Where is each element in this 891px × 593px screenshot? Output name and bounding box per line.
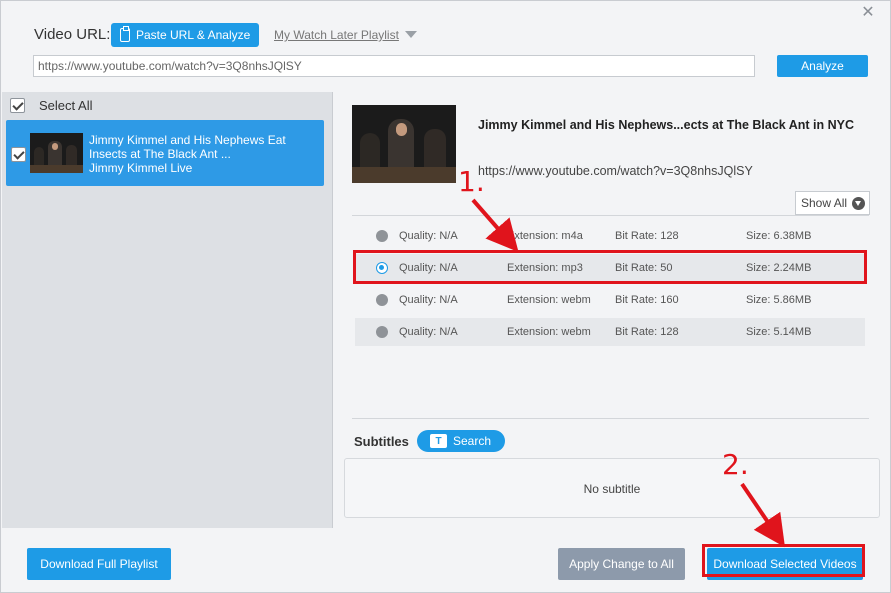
chevron-down-icon <box>852 196 866 210</box>
text-search-icon: T <box>430 434 447 448</box>
annotation-highlight-format <box>353 250 867 284</box>
format-size: Size: 5.86MB <box>746 294 812 306</box>
no-subtitle-text: No subtitle <box>583 482 641 496</box>
watch-later-link[interactable]: My Watch Later Playlist <box>274 28 399 42</box>
annotation-step-2: 2. <box>722 448 749 481</box>
video-detail-pane: Jimmy Kimmel and His Nephews...ects at T… <box>334 92 890 528</box>
format-radio[interactable] <box>376 230 388 242</box>
format-radio[interactable] <box>376 294 388 306</box>
divider <box>352 418 869 419</box>
format-quality: Quality: N/A <box>399 326 458 338</box>
analyze-button[interactable]: Analyze <box>777 55 868 77</box>
downloader-window: ✕ Video URL: Paste URL & Analyze My Watc… <box>0 0 891 593</box>
select-all-row[interactable]: Select All <box>10 98 92 113</box>
subtitle-search-button[interactable]: T Search <box>417 430 505 452</box>
video-title: Jimmy Kimmel and His Nephews...ects at T… <box>478 118 855 132</box>
chevron-down-icon[interactable] <box>405 31 417 38</box>
video-url-label: Video URL: <box>34 26 111 43</box>
format-extension: Extension: webm <box>507 294 591 306</box>
format-row[interactable]: Quality: N/A Extension: webm Bit Rate: 1… <box>355 286 865 314</box>
video-thumbnail <box>30 133 83 173</box>
video-preview-thumbnail <box>352 105 456 183</box>
show-all-dropdown[interactable]: Show All <box>795 191 870 215</box>
format-size: Size: 5.14MB <box>746 326 812 338</box>
format-extension: Extension: m4a <box>507 230 583 242</box>
format-row[interactable]: Quality: N/A Extension: webm Bit Rate: 1… <box>355 318 865 346</box>
format-radio[interactable] <box>376 326 388 338</box>
divider <box>352 215 869 216</box>
apply-change-to-all-button[interactable]: Apply Change to All <box>558 548 685 580</box>
subtitles-label: Subtitles <box>354 434 409 449</box>
clipboard-icon <box>120 26 130 42</box>
url-input[interactable] <box>33 55 755 77</box>
paste-analyze-button[interactable]: Paste URL & Analyze <box>111 23 259 47</box>
download-full-playlist-button[interactable]: Download Full Playlist <box>27 548 171 580</box>
paste-analyze-label: Paste URL & Analyze <box>136 28 251 42</box>
format-bitrate: Bit Rate: 128 <box>615 326 679 338</box>
select-all-checkbox[interactable] <box>10 98 25 113</box>
show-all-label: Show All <box>801 196 848 210</box>
select-all-label: Select All <box>39 98 93 113</box>
format-quality: Quality: N/A <box>399 230 458 242</box>
annotation-step-1: 1. <box>458 165 485 198</box>
list-item[interactable]: Jimmy Kimmel and His Nephews Eat Insects… <box>6 120 324 186</box>
format-extension: Extension: webm <box>507 326 591 338</box>
format-size: Size: 6.38MB <box>746 230 812 242</box>
annotation-highlight-download <box>702 544 865 577</box>
video-item-channel: Jimmy Kimmel Live <box>89 161 193 175</box>
video-url: https://www.youtube.com/watch?v=3Q8nhsJQ… <box>478 164 753 178</box>
video-list-pane: Select All Jimmy Kimmel and His Nephews … <box>2 92 333 528</box>
format-bitrate: Bit Rate: 128 <box>615 230 679 242</box>
format-row[interactable]: Quality: N/A Extension: m4a Bit Rate: 12… <box>355 222 865 250</box>
format-quality: Quality: N/A <box>399 294 458 306</box>
video-checkbox[interactable] <box>11 147 26 162</box>
subtitle-search-label: Search <box>453 434 492 448</box>
video-item-title: Jimmy Kimmel and His Nephews Eat Insects… <box>89 133 286 161</box>
subtitle-box: No subtitle <box>344 458 880 518</box>
close-icon[interactable]: ✕ <box>860 5 876 21</box>
format-bitrate: Bit Rate: 160 <box>615 294 679 306</box>
